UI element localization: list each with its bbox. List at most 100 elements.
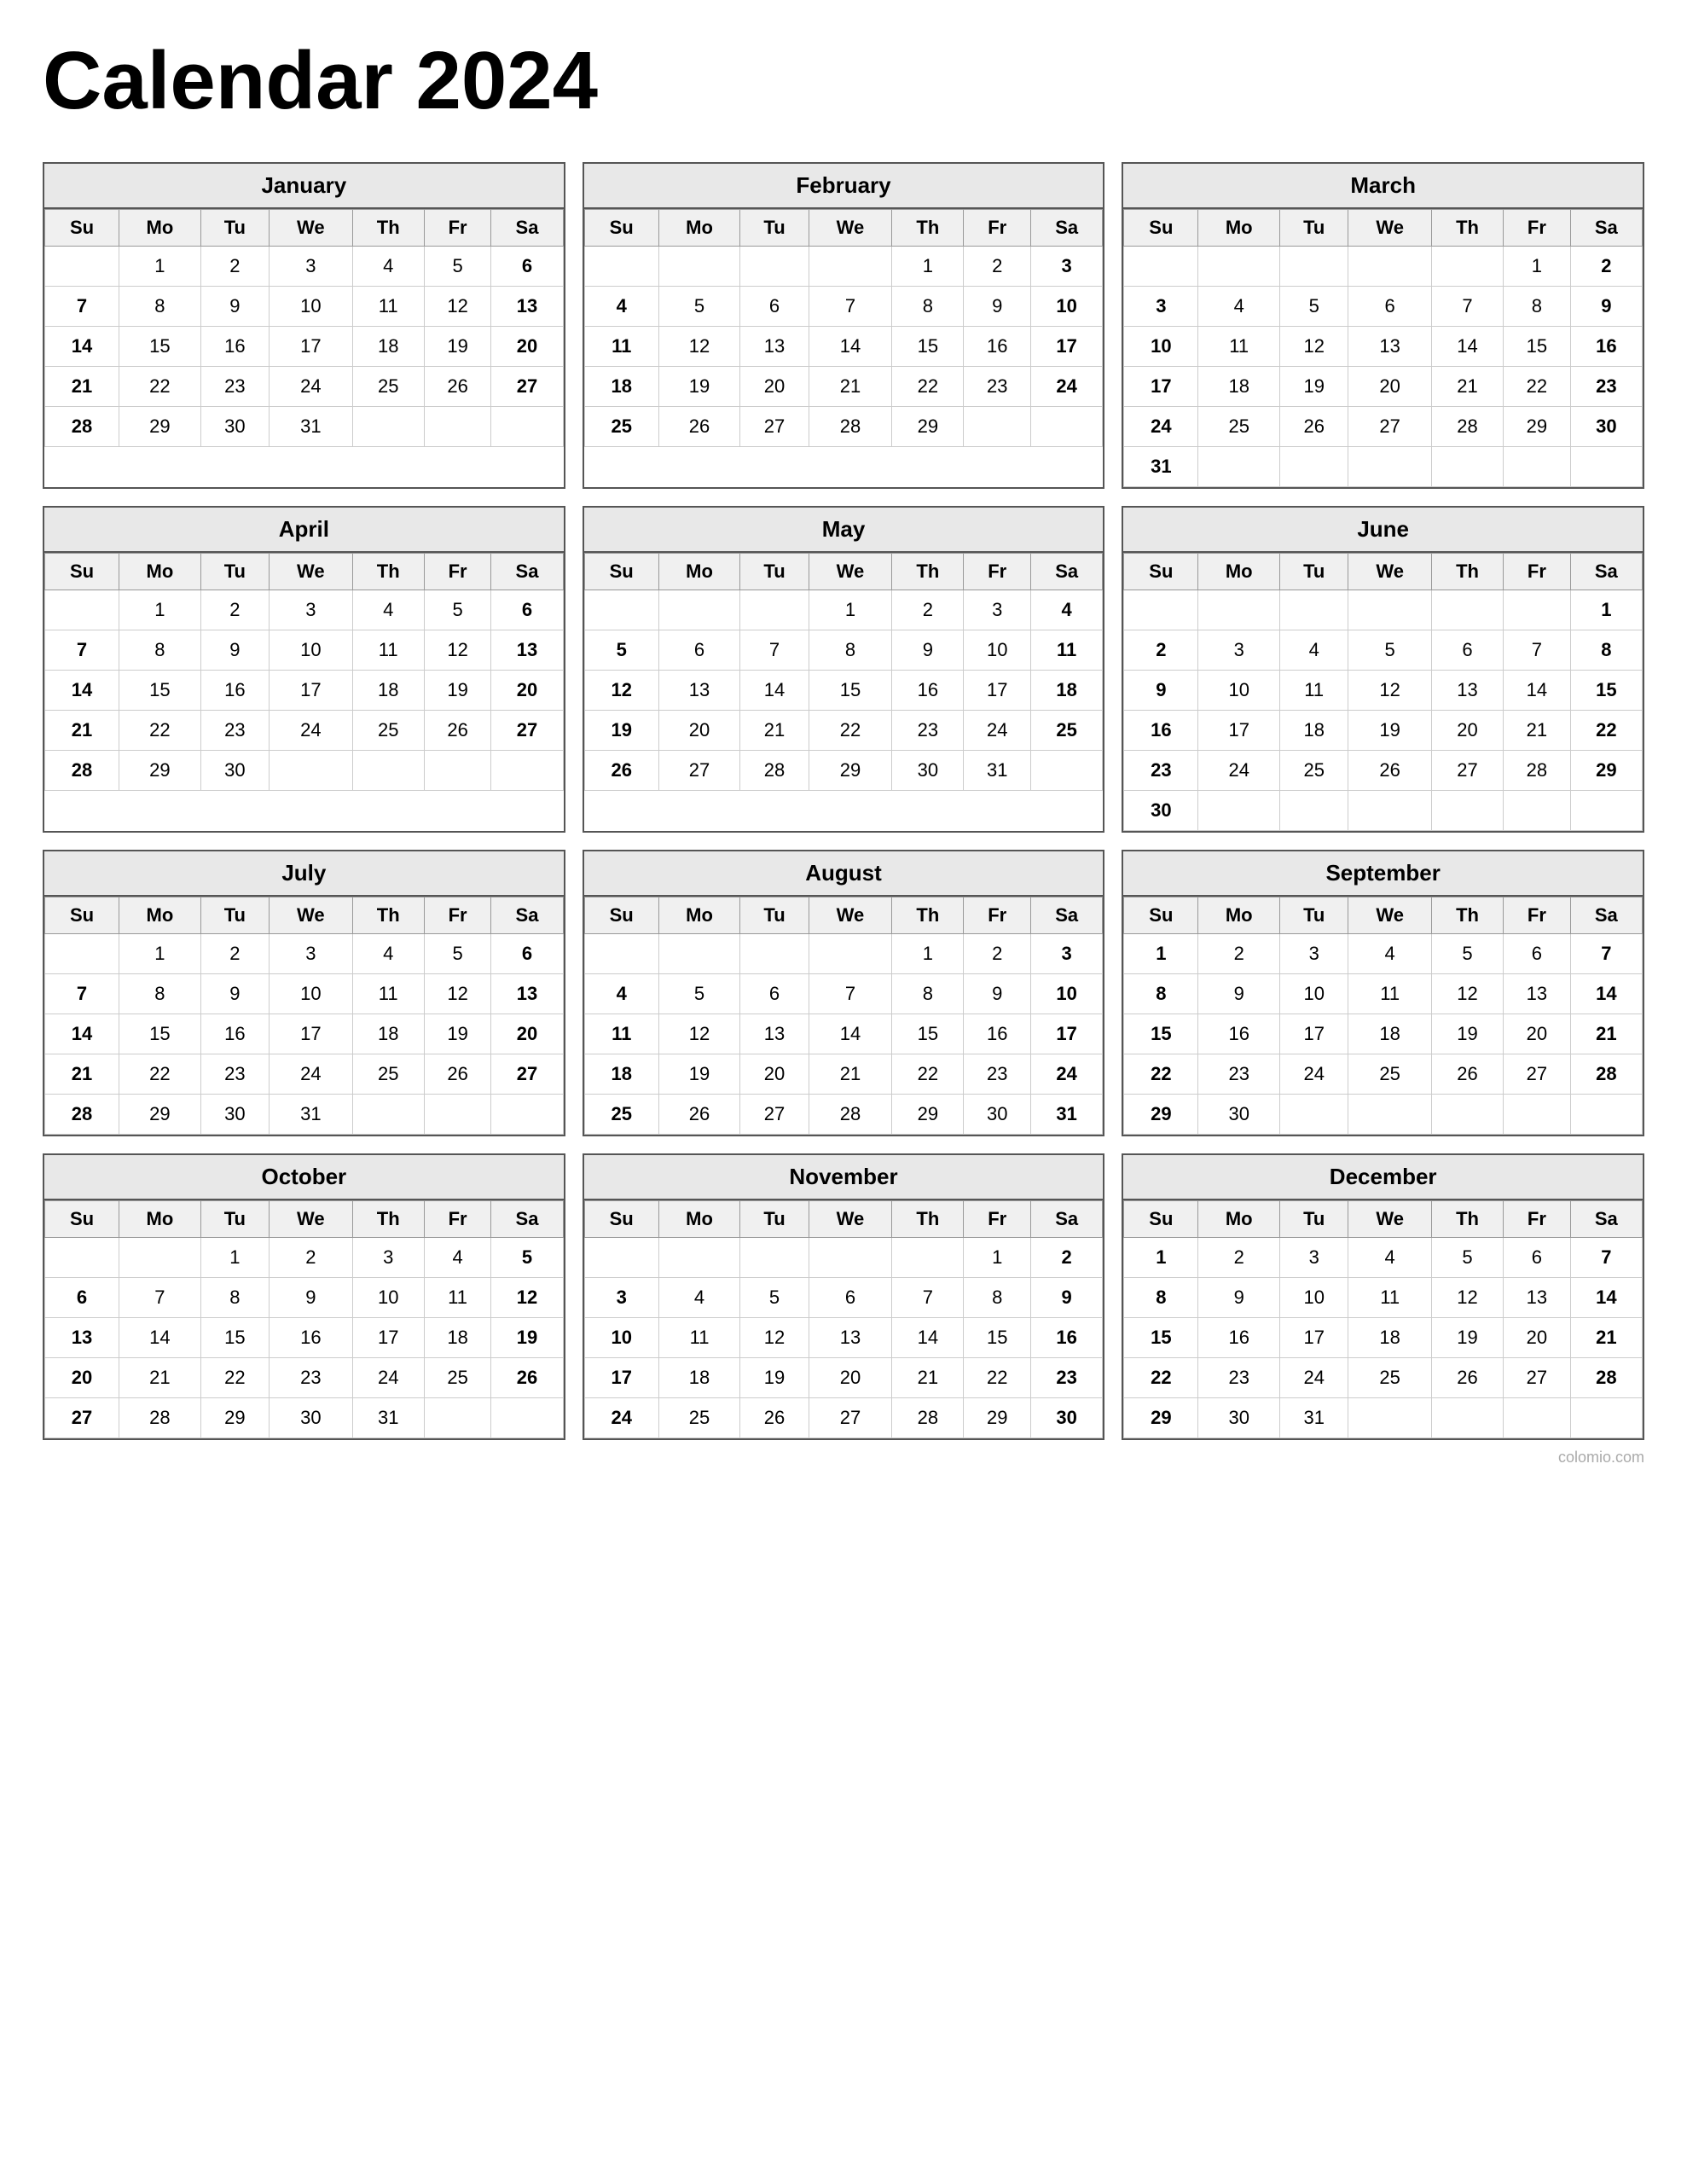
day-cell: 20 (45, 1358, 119, 1398)
day-cell (1348, 247, 1432, 287)
day-cell (352, 751, 424, 791)
day-cell (964, 407, 1031, 447)
month-july: JulySuMoTuWeThFrSa1234567891011121314151… (43, 850, 565, 1136)
day-cell: 30 (200, 751, 269, 791)
day-cell: 20 (491, 671, 563, 711)
day-cell: 8 (892, 287, 964, 327)
week-row: 3456789 (1124, 287, 1643, 327)
day-cell: 11 (352, 287, 424, 327)
day-cell: 19 (1431, 1014, 1503, 1054)
day-cell: 26 (424, 711, 491, 751)
week-row: 891011121314 (1124, 974, 1643, 1014)
day-cell: 1 (1570, 590, 1642, 630)
day-cell: 23 (270, 1358, 353, 1398)
day-cell: 21 (1431, 367, 1503, 407)
day-cell: 29 (892, 1095, 964, 1135)
day-cell: 7 (45, 974, 119, 1014)
day-cell: 31 (270, 407, 353, 447)
day-cell: 16 (1198, 1318, 1280, 1358)
day-cell (491, 407, 563, 447)
day-cell: 13 (491, 630, 563, 671)
day-cell: 28 (45, 751, 119, 791)
day-header-we: We (270, 897, 353, 934)
day-cell: 26 (1431, 1358, 1503, 1398)
day-cell: 27 (809, 1398, 892, 1438)
day-cell (1031, 407, 1103, 447)
day-header-th: Th (352, 210, 424, 247)
day-cell: 10 (1031, 974, 1103, 1014)
day-header-mo: Mo (119, 554, 201, 590)
week-row: 123456 (45, 247, 564, 287)
week-row: 10111213141516 (584, 1318, 1103, 1358)
day-cell: 23 (1198, 1358, 1280, 1398)
day-cell: 2 (1124, 630, 1198, 671)
day-cell: 20 (740, 367, 809, 407)
day-cell: 19 (424, 671, 491, 711)
day-cell: 14 (119, 1318, 201, 1358)
week-row: 21222324252627 (45, 711, 564, 751)
day-cell: 1 (119, 934, 201, 974)
day-cell: 21 (809, 1054, 892, 1095)
day-header-mo: Mo (1198, 1201, 1280, 1238)
day-cell: 9 (1570, 287, 1642, 327)
day-cell: 18 (658, 1358, 740, 1398)
day-cell: 12 (1280, 327, 1348, 367)
day-header-th: Th (892, 897, 964, 934)
day-cell: 18 (1031, 671, 1103, 711)
day-header-su: Su (45, 554, 119, 590)
day-cell: 26 (491, 1358, 563, 1398)
day-cell: 13 (740, 327, 809, 367)
month-title: January (44, 164, 564, 209)
day-cell: 24 (352, 1358, 424, 1398)
day-header-sa: Sa (1031, 1201, 1103, 1238)
day-cell: 7 (119, 1278, 201, 1318)
day-cell: 24 (1031, 367, 1103, 407)
day-header-mo: Mo (1198, 554, 1280, 590)
week-row: 22232425262728 (1124, 1358, 1643, 1398)
day-cell: 23 (892, 711, 964, 751)
day-cell: 12 (424, 287, 491, 327)
month-table: SuMoTuWeThFrSa12345678910111213141516171… (1123, 553, 1643, 831)
day-cell: 8 (1570, 630, 1642, 671)
month-title: August (584, 851, 1104, 897)
day-cell: 2 (200, 247, 269, 287)
day-cell: 13 (658, 671, 740, 711)
day-cell: 24 (1031, 1054, 1103, 1095)
day-cell: 3 (270, 590, 353, 630)
day-cell: 28 (45, 407, 119, 447)
day-header-sa: Sa (1570, 1201, 1642, 1238)
week-row: 123 (584, 247, 1103, 287)
day-cell: 16 (964, 1014, 1031, 1054)
month-table: SuMoTuWeThFrSa12345678910111213141516171… (44, 209, 564, 447)
week-row: 21222324252627 (45, 1054, 564, 1095)
day-cell: 22 (1504, 367, 1571, 407)
day-cell: 10 (270, 287, 353, 327)
day-cell: 4 (352, 934, 424, 974)
day-cell (658, 247, 740, 287)
month-title: May (584, 508, 1104, 553)
day-cell: 26 (1348, 751, 1432, 791)
day-cell: 28 (809, 407, 892, 447)
day-header-su: Su (45, 210, 119, 247)
day-cell: 1 (1124, 934, 1198, 974)
day-header-sa: Sa (1570, 554, 1642, 590)
day-cell: 3 (270, 934, 353, 974)
week-row: 2526272829 (584, 407, 1103, 447)
day-cell (424, 751, 491, 791)
day-cell: 5 (658, 287, 740, 327)
day-cell: 10 (584, 1318, 658, 1358)
day-cell: 18 (584, 1054, 658, 1095)
month-january: JanuarySuMoTuWeThFrSa1234567891011121314… (43, 162, 565, 489)
day-cell (1280, 1095, 1348, 1135)
day-cell: 16 (270, 1318, 353, 1358)
day-header-tu: Tu (200, 210, 269, 247)
day-cell: 26 (424, 367, 491, 407)
day-cell (1124, 247, 1198, 287)
day-cell: 13 (491, 974, 563, 1014)
day-cell (1431, 791, 1503, 831)
week-row: 18192021222324 (584, 367, 1103, 407)
watermark: colomio.com (43, 1449, 1644, 1467)
day-cell: 8 (1124, 1278, 1198, 1318)
day-cell: 18 (424, 1318, 491, 1358)
week-row: 123456 (45, 590, 564, 630)
